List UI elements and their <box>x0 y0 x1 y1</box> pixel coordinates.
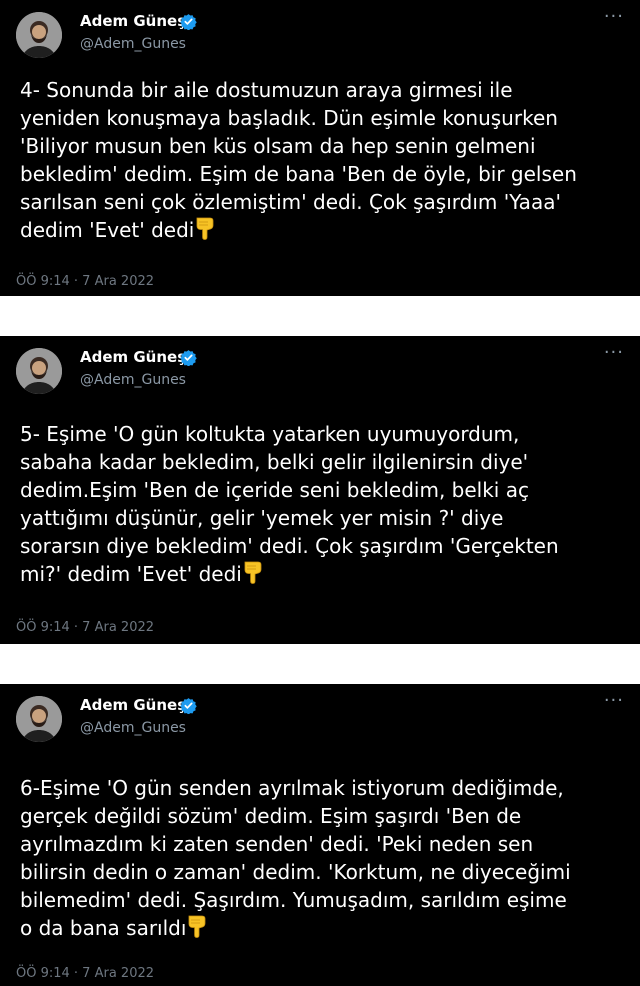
tweet-card[interactable]: Adem Güneş @Adem_Gunes ··· 6-Eşime 'O gü… <box>0 684 640 986</box>
verified-badge-icon <box>180 13 197 30</box>
more-options-icon[interactable]: ··· <box>604 690 624 711</box>
more-options-icon[interactable]: ··· <box>604 342 624 363</box>
tweet-text-container: 6-Eşime 'O gün senden ayrılmak istiyorum… <box>20 774 622 942</box>
more-options-icon[interactable]: ··· <box>604 6 624 27</box>
tweet-timestamp[interactable]: ÖÖ 9:14 · 7 Ara 2022 <box>16 620 154 635</box>
avatar[interactable] <box>16 348 62 394</box>
author-name[interactable]: Adem Güneş <box>80 12 186 30</box>
author-handle[interactable]: @Adem_Gunes <box>80 720 186 736</box>
tweet-text: 4- Sonunda bir aile dostumuzun araya gir… <box>20 78 577 242</box>
tweet-card[interactable]: Adem Güneş @Adem_Gunes ··· 4- Sonunda bi… <box>0 0 640 296</box>
author-handle[interactable]: @Adem_Gunes <box>80 36 186 52</box>
tweet-text-container: 5- Eşime 'O gün koltukta yatarken uyumuy… <box>20 420 622 588</box>
verified-badge-icon <box>180 697 197 714</box>
tweet-card[interactable]: Adem Güneş @Adem_Gunes ··· 5- Eşime 'O g… <box>0 336 640 644</box>
author-name[interactable]: Adem Güneş <box>80 348 186 366</box>
author-handle[interactable]: @Adem_Gunes <box>80 372 186 388</box>
tweet-timestamp[interactable]: ÖÖ 9:14 · 7 Ara 2022 <box>16 274 154 289</box>
avatar[interactable] <box>16 12 62 58</box>
tweet-timestamp[interactable]: ÖÖ 9:14 · 7 Ara 2022 <box>16 966 154 981</box>
tweet-text-container: 4- Sonunda bir aile dostumuzun araya gir… <box>20 76 622 244</box>
author-name[interactable]: Adem Güneş <box>80 696 186 714</box>
pointing-down-emoji-icon <box>186 914 208 938</box>
tweet-text: 5- Eşime 'O gün koltukta yatarken uyumuy… <box>20 422 559 586</box>
avatar-image <box>16 696 62 742</box>
avatar-image <box>16 348 62 394</box>
pointing-down-emoji-icon <box>242 560 264 584</box>
avatar-image <box>16 12 62 58</box>
verified-badge-icon <box>180 349 197 366</box>
pointing-down-emoji-icon <box>194 216 216 240</box>
avatar[interactable] <box>16 696 62 742</box>
tweet-text: 6-Eşime 'O gün senden ayrılmak istiyorum… <box>20 776 571 940</box>
